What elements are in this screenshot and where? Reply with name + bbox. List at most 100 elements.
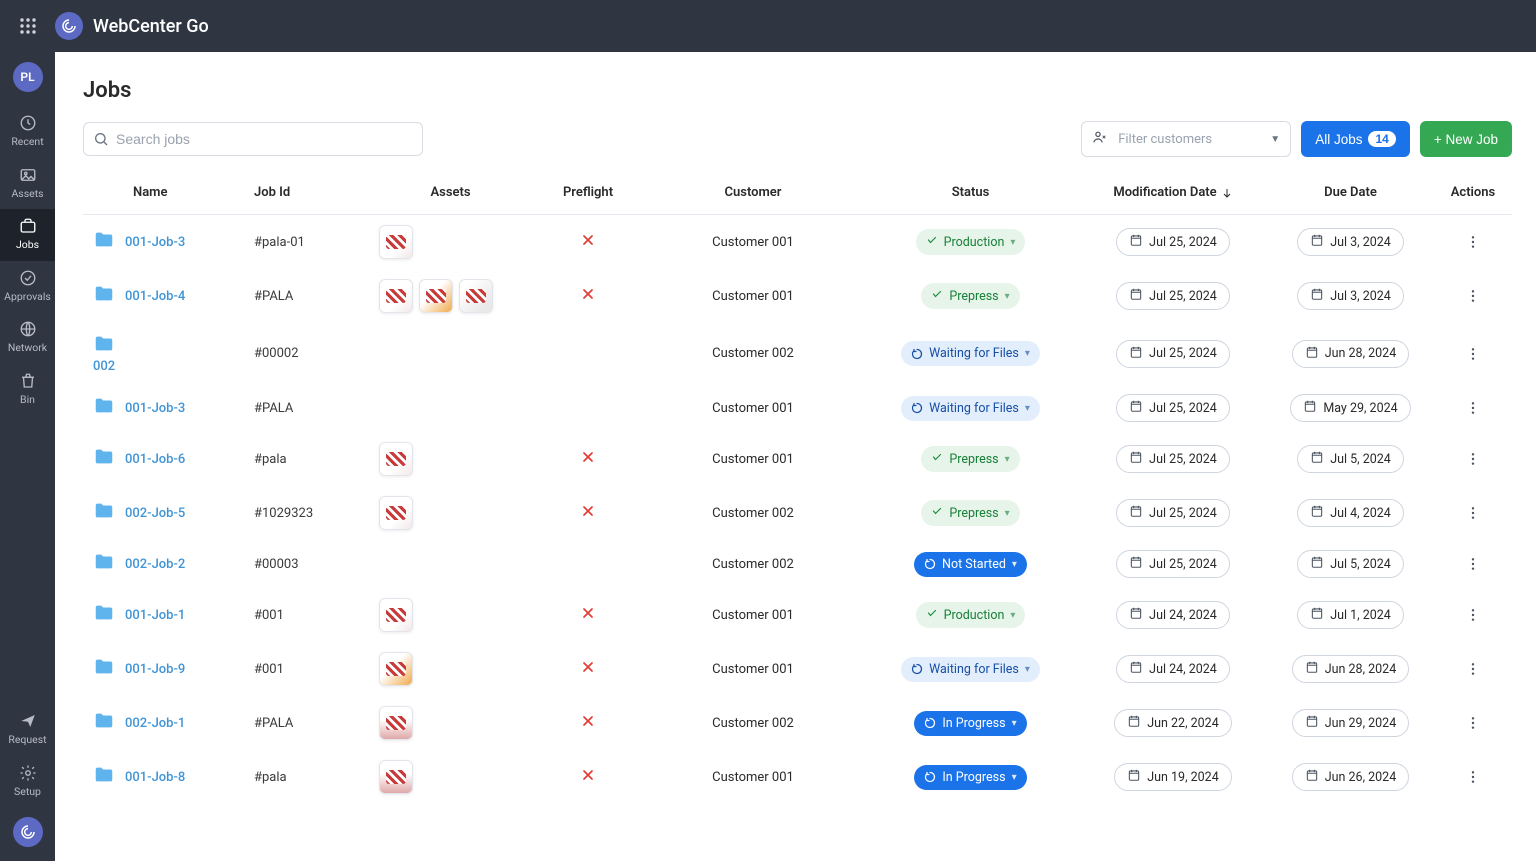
col-job-id[interactable]: Job Id (248, 185, 373, 200)
due-date-chip[interactable]: Jun 26, 2024 (1292, 763, 1410, 791)
due-date-chip[interactable]: Jul 5, 2024 (1297, 550, 1404, 578)
status-pill[interactable]: Not Started ▾ (914, 552, 1027, 577)
row-actions-button[interactable] (1438, 661, 1508, 677)
customer-filter[interactable]: Filter customers ▼ (1081, 121, 1291, 157)
row-actions-button[interactable] (1438, 769, 1508, 785)
status-pill[interactable]: Waiting for Files ▾ (901, 341, 1040, 366)
status-cell: Waiting for Files ▾ (858, 341, 1083, 366)
row-actions-button[interactable] (1438, 400, 1508, 416)
col-preflight[interactable]: Preflight (528, 185, 648, 200)
col-assets[interactable]: Assets (373, 185, 528, 200)
sidebar-item-bin[interactable]: Bin (0, 364, 55, 416)
asset-thumbnail[interactable] (459, 279, 493, 313)
modification-date-chip[interactable]: Jul 25, 2024 (1116, 499, 1230, 527)
job-name-link[interactable]: 002-Job-1 (125, 716, 185, 731)
calendar-icon (1305, 660, 1319, 678)
apps-menu-button[interactable] (0, 0, 55, 52)
col-status[interactable]: Status (858, 185, 1083, 200)
sidebar-item-jobs[interactable]: Jobs (0, 209, 55, 261)
calendar-icon (1310, 504, 1324, 522)
job-name-link[interactable]: 001-Job-1 (125, 608, 185, 623)
status-pill[interactable]: Production ▾ (916, 229, 1026, 255)
job-name-link[interactable]: 001-Job-8 (125, 770, 185, 785)
clock-icon (19, 114, 37, 135)
sidebar-item-setup[interactable]: Setup (0, 756, 55, 808)
row-actions-button[interactable] (1438, 234, 1508, 250)
modification-date-chip[interactable]: Jul 24, 2024 (1116, 601, 1230, 629)
job-name-link[interactable]: 002-Job-2 (125, 557, 185, 572)
status-pill[interactable]: Prepress ▾ (921, 500, 1019, 526)
status-pill[interactable]: Waiting for Files ▾ (901, 396, 1040, 421)
status-pill[interactable]: Production ▾ (916, 602, 1026, 628)
status-pill[interactable]: Prepress ▾ (921, 446, 1019, 472)
row-actions-button[interactable] (1438, 505, 1508, 521)
asset-thumbnail[interactable] (419, 279, 453, 313)
job-name-link[interactable]: 001-Job-3 (125, 401, 185, 416)
job-name-link[interactable]: 001-Job-6 (125, 452, 185, 467)
row-actions-button[interactable] (1438, 715, 1508, 731)
status-cell: Prepress ▾ (858, 446, 1083, 472)
asset-thumbnail[interactable] (379, 598, 413, 632)
modification-date-chip[interactable]: Jun 19, 2024 (1114, 763, 1232, 791)
status-pill[interactable]: In Progress ▾ (914, 765, 1026, 790)
sidebar-item-approvals[interactable]: Approvals (0, 261, 55, 313)
col-due-date[interactable]: Due Date (1263, 185, 1438, 200)
modification-date-chip[interactable]: Jun 22, 2024 (1114, 709, 1232, 737)
due-date-chip[interactable]: Jun 28, 2024 (1292, 655, 1410, 683)
due-date-chip[interactable]: Jul 3, 2024 (1297, 228, 1404, 256)
row-actions-button[interactable] (1438, 451, 1508, 467)
row-actions-button[interactable] (1438, 288, 1508, 304)
asset-thumbnail[interactable] (379, 760, 413, 794)
asset-thumbnail[interactable] (379, 706, 413, 740)
due-date-chip[interactable]: Jun 28, 2024 (1292, 340, 1410, 368)
due-date-chip[interactable]: Jul 3, 2024 (1297, 282, 1404, 310)
row-actions-button[interactable] (1438, 556, 1508, 572)
row-actions-button[interactable] (1438, 346, 1508, 362)
due-date-chip[interactable]: Jul 5, 2024 (1297, 445, 1404, 473)
check-icon (931, 288, 943, 304)
sidebar-item-request[interactable]: Request (0, 704, 55, 756)
sidebar-item-network[interactable]: Network (0, 312, 55, 364)
user-avatar[interactable]: PL (13, 62, 43, 92)
modification-date-chip[interactable]: Jul 24, 2024 (1116, 655, 1230, 683)
due-date-chip[interactable]: Jul 4, 2024 (1297, 499, 1404, 527)
all-jobs-button[interactable]: All Jobs 14 (1301, 121, 1410, 157)
table-row: 001-Job-9 #001 Customer 001 Waiting for … (83, 642, 1512, 696)
job-name-link[interactable]: 002 (93, 359, 115, 374)
loading-icon (911, 348, 923, 360)
col-name[interactable]: Name (83, 185, 248, 200)
status-pill[interactable]: In Progress ▾ (914, 711, 1026, 736)
modification-date-chip[interactable]: Jul 25, 2024 (1116, 550, 1230, 578)
status-pill[interactable]: Waiting for Files ▾ (901, 657, 1040, 682)
due-date-chip[interactable]: May 29, 2024 (1290, 394, 1410, 422)
name-cell: 002-Job-5 (83, 500, 248, 526)
job-name-link[interactable]: 001-Job-4 (125, 289, 185, 304)
modification-date-chip[interactable]: Jul 25, 2024 (1116, 228, 1230, 256)
modification-date-chip[interactable]: Jul 25, 2024 (1116, 445, 1230, 473)
calendar-icon (1129, 233, 1143, 251)
asset-thumbnail[interactable] (379, 279, 413, 313)
sidebar-item-recent[interactable]: Recent (0, 106, 55, 158)
job-name-link[interactable]: 001-Job-9 (125, 662, 185, 677)
modification-date-chip[interactable]: Jul 25, 2024 (1116, 340, 1230, 368)
due-date-chip[interactable]: Jul 1, 2024 (1297, 601, 1404, 629)
sidebar-item-assets[interactable]: Assets (0, 158, 55, 210)
job-id-cell: #PALA (248, 716, 373, 731)
asset-thumbnail[interactable] (379, 225, 413, 259)
status-pill[interactable]: Prepress ▾ (921, 283, 1019, 309)
brand-footer-icon[interactable] (13, 817, 43, 847)
due-date-chip[interactable]: Jun 29, 2024 (1292, 709, 1410, 737)
asset-thumbnail[interactable] (379, 496, 413, 530)
asset-thumbnail[interactable] (379, 442, 413, 476)
modification-date-chip[interactable]: Jul 25, 2024 (1116, 282, 1230, 310)
modification-date-chip[interactable]: Jul 25, 2024 (1116, 394, 1230, 422)
col-customer[interactable]: Customer (648, 185, 858, 200)
jobs-table: Name Job Id Assets Preflight Customer St… (83, 175, 1512, 804)
search-input[interactable] (83, 122, 423, 156)
row-actions-button[interactable] (1438, 607, 1508, 623)
asset-thumbnail[interactable] (379, 652, 413, 686)
col-mod-date[interactable]: Modification Date (1083, 185, 1263, 200)
job-name-link[interactable]: 002-Job-5 (125, 506, 185, 521)
new-job-button[interactable]: + New Job (1420, 121, 1512, 157)
job-name-link[interactable]: 001-Job-3 (125, 235, 185, 250)
